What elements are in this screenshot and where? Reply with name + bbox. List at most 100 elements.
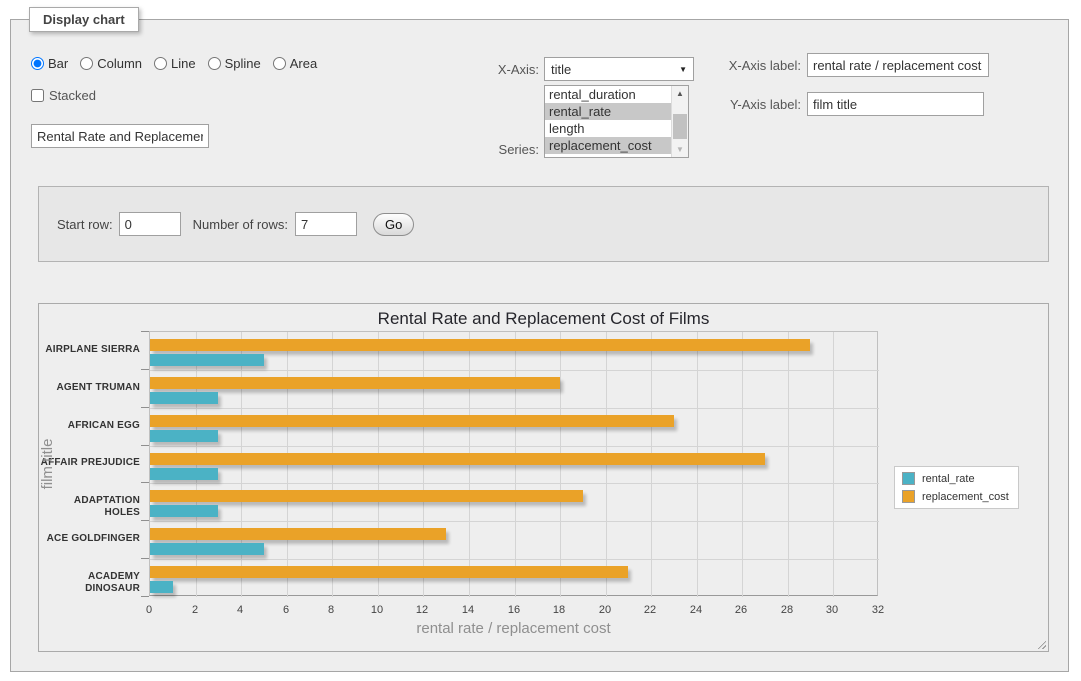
y-tick-mark [141,407,149,408]
y-tick-mark [141,558,149,559]
chart-type-radio-line[interactable] [154,57,167,70]
legend-item-replacement_cost: replacement_cost [902,490,1009,503]
legend-label: replacement_cost [922,491,1009,503]
stacked-label: Stacked [49,88,96,103]
x-tick-label: 30 [812,604,852,616]
x-axis-label: X-Axis: [466,62,539,77]
bar-rental_rate [150,468,218,480]
series-option-rental_rate[interactable]: rental_rate [545,103,671,120]
chart-type-option-bar: Bar [31,56,68,71]
legend-swatch [902,472,915,485]
chart-type-option-label: Line [171,56,196,71]
bar-replacement_cost [150,415,674,427]
scrollbar-thumb[interactable] [673,114,687,139]
y-category-label: ACE GOLDFINGER [39,533,140,545]
x-axis-label-input[interactable] [807,53,989,77]
x-tick-label: 18 [539,604,579,616]
y-tick-mark [141,445,149,446]
y-axis-title: film title [39,414,57,514]
start-row-input[interactable] [119,212,181,236]
x-tick-label: 0 [129,604,169,616]
chart-type-radio-spline[interactable] [208,57,221,70]
bar-rental_rate [150,392,218,404]
chart-type-radio-group: Bar Column Line Spline Area [31,56,317,71]
series-option-replacement_cost[interactable]: replacement_cost [545,137,671,154]
fieldset-legend: Display chart [29,7,139,32]
x-axis-title: rental rate / replacement cost [149,620,878,637]
gridline [788,332,789,597]
x-tick-label: 24 [676,604,716,616]
y-axis-label-caption: Y-Axis label: [723,97,801,112]
x-axis-label-caption: X-Axis label: [723,58,801,73]
x-tick-label: 28 [767,604,807,616]
resize-handle-icon[interactable] [1035,638,1046,649]
chart-title-input[interactable] [31,124,209,148]
chart-type-radio-column[interactable] [80,57,93,70]
y-tick-mark [141,482,149,483]
x-axis-selected-value: title [551,62,679,77]
bar-replacement_cost [150,453,765,465]
y-category-label: AIRPLANE SIERRA [39,344,140,356]
x-tick-label: 26 [721,604,761,616]
series-option-rental_duration[interactable]: rental_duration [545,86,671,103]
bar-replacement_cost [150,490,583,502]
scroll-down-icon[interactable]: ▼ [672,142,688,157]
num-rows-input[interactable] [295,212,357,236]
y-tick-mark [141,369,149,370]
stacked-checkbox[interactable] [31,89,44,102]
bar-rental_rate [150,581,173,593]
gridline [150,521,879,522]
chart-type-option-label: Spline [225,56,261,71]
x-tick-label: 2 [175,604,215,616]
chevron-down-icon: ▼ [679,65,687,74]
x-tick-label: 14 [448,604,488,616]
x-tick-label: 6 [266,604,306,616]
x-tick-label: 8 [311,604,351,616]
series-multiselect[interactable]: rental_durationrental_ratelengthreplacem… [544,85,689,158]
chart-type-option-label: Column [97,56,142,71]
chart-type-option-spline: Spline [208,56,261,71]
y-tick-mark [141,596,149,597]
go-button[interactable]: Go [373,213,414,236]
bar-rental_rate [150,505,218,517]
gridline [150,483,879,484]
bar-replacement_cost [150,377,560,389]
gridline [150,408,879,409]
scroll-up-icon[interactable]: ▲ [672,86,688,101]
x-axis-select[interactable]: title ▼ [544,57,694,81]
series-scrollbar[interactable]: ▲ ▼ [671,86,688,157]
bar-replacement_cost [150,528,446,540]
legend-label: rental_rate [922,473,975,485]
chart-type-radio-bar[interactable] [31,57,44,70]
bar-rental_rate [150,354,264,366]
y-tick-mark [141,520,149,521]
chart-type-radio-area[interactable] [273,57,286,70]
gridline [150,370,879,371]
bar-rental_rate [150,543,264,555]
y-axis-label-input[interactable] [807,92,984,116]
y-axis-label-row: Y-Axis label: [723,92,984,116]
bar-rental_rate [150,430,218,442]
display-chart-fieldset: Display chart BarColumnLineSplineArea St… [10,19,1069,672]
x-tick-label: 4 [220,604,260,616]
chart-type-option-label: Area [290,56,317,71]
start-row-label: Start row: [57,217,113,232]
x-axis-label-row: X-Axis label: [723,53,989,77]
x-tick-label: 32 [858,604,898,616]
x-tick-label: 12 [402,604,442,616]
x-tick-label: 20 [585,604,625,616]
bar-replacement_cost [150,566,628,578]
gridline [150,446,879,447]
series-option-length[interactable]: length [545,120,671,137]
chart-area: Rental Rate and Replacement Cost of Film… [38,303,1049,652]
gridline [833,332,834,597]
chart-title: Rental Rate and Replacement Cost of Film… [39,309,1048,329]
y-category-label: ACADEMY DINOSAUR [39,571,140,595]
plot-area [149,331,878,596]
gridline [150,559,879,560]
num-rows-label: Number of rows: [193,217,288,232]
x-tick-label: 22 [630,604,670,616]
bar-replacement_cost [150,339,810,351]
chart-type-option-line: Line [154,56,196,71]
x-tick-label: 10 [357,604,397,616]
